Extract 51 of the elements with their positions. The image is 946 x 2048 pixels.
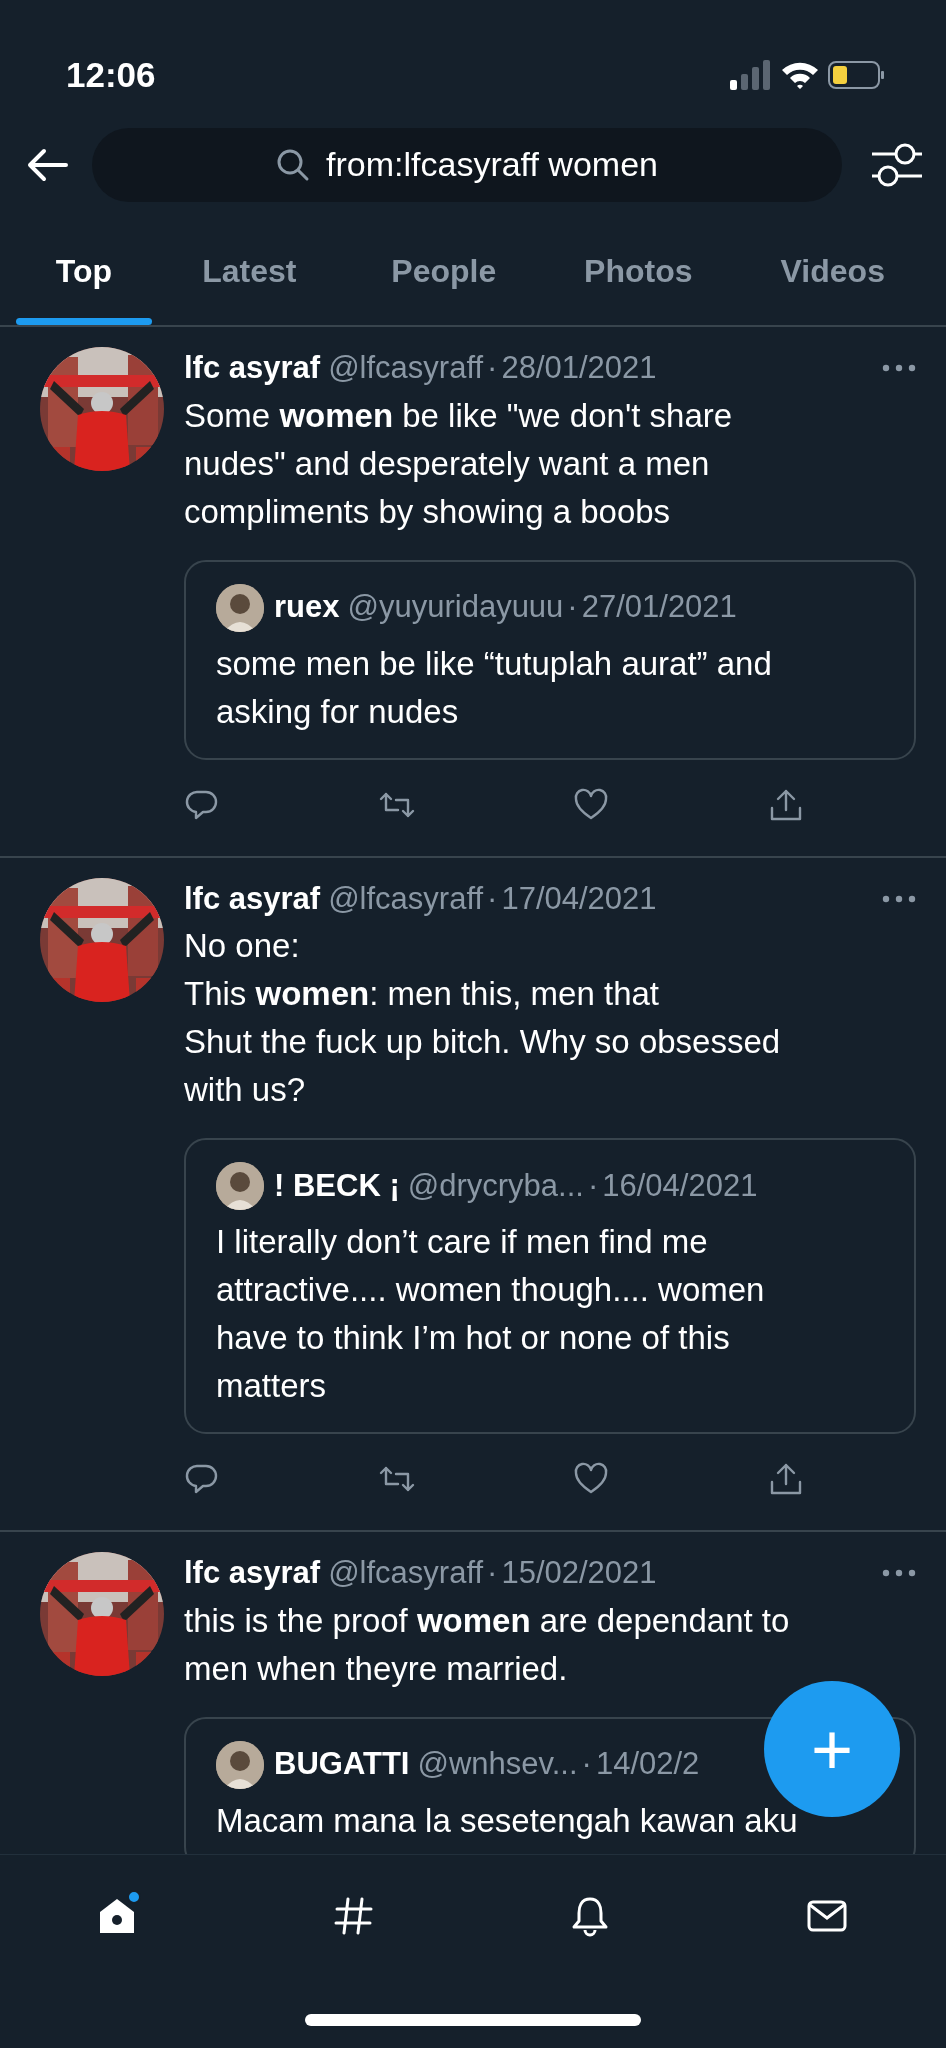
author-name: BUGATTI bbox=[274, 1745, 410, 1784]
tweet-date: 17/04/2021 bbox=[501, 879, 657, 918]
quoted-tweet[interactable]: ruex @yuyuridayuuu·27/01/2021 some men be like “tutuplah aurat” and asking for nudes bbox=[184, 559, 916, 760]
separator-dot: · bbox=[487, 349, 498, 387]
author-name: ! BECK ¡ bbox=[274, 1166, 400, 1205]
quoted-text: I literally don’t care if men find me attractive.... women though.... women have to think I’m hot or none of this matters bbox=[216, 1222, 766, 1406]
search-field[interactable]: from:lfcasyraff women bbox=[92, 127, 842, 202]
battery-icon bbox=[828, 60, 886, 90]
separator-dot: · bbox=[487, 1554, 498, 1592]
tweet-date: 27/01/2021 bbox=[581, 588, 737, 627]
author-name: ruex bbox=[274, 588, 340, 627]
tab[interactable]: Latest bbox=[152, 217, 347, 325]
status-time: 12:06 bbox=[66, 53, 156, 96]
filter-icon[interactable] bbox=[870, 141, 924, 188]
tweet-date: 15/02/2021 bbox=[501, 1554, 657, 1592]
wifi-icon bbox=[780, 60, 820, 90]
author-handle: @lfcasyraff bbox=[328, 349, 484, 387]
tweet-date: 16/04/2021 bbox=[602, 1166, 758, 1205]
signal-icon bbox=[730, 60, 772, 90]
quoted-text: some men be like “tutuplah aurat” and asking for nudes bbox=[216, 643, 773, 732]
more-icon[interactable] bbox=[882, 894, 916, 903]
tweet-text: Shut the fuck up bitch. Why so obsessed with us? bbox=[184, 1022, 782, 1110]
search-icon bbox=[276, 147, 311, 182]
separator-dot: · bbox=[487, 879, 498, 918]
heart-icon[interactable] bbox=[573, 787, 610, 822]
tab[interactable]: People bbox=[346, 217, 541, 325]
author-handle: @lfcasyraff bbox=[328, 879, 484, 918]
author-handle: @lfcasyraff bbox=[328, 1554, 484, 1592]
more-icon[interactable] bbox=[882, 364, 916, 373]
tweet-text: No one: bbox=[184, 926, 301, 966]
reply-icon[interactable] bbox=[184, 1462, 220, 1496]
tab[interactable]: Top bbox=[16, 217, 152, 325]
quoted-tweet[interactable]: ! BECK ¡ @drycryba...·16/04/2021 I literally don’t care if men find me attractive.... women though.... women have to think I’m hot or none of this matters bbox=[184, 1138, 916, 1434]
author-name[interactable]: lfc asyraf bbox=[184, 345, 321, 392]
separator-dot: · bbox=[587, 1166, 599, 1205]
tab[interactable]: Photos bbox=[541, 217, 736, 325]
back-icon[interactable] bbox=[26, 147, 68, 182]
separator-dot: · bbox=[567, 588, 578, 627]
author-name[interactable]: lfc asyraf bbox=[184, 875, 321, 922]
tweet-text: Some women be like "we don't share nudes" and desperately want a men compliments by showing a boobs bbox=[184, 395, 734, 532]
author-handle: @drycryba... bbox=[407, 1166, 584, 1205]
tweet-date: 14/02/2 bbox=[595, 1745, 700, 1784]
tab[interactable]: Videos bbox=[735, 217, 930, 325]
separator-dot: · bbox=[581, 1745, 592, 1784]
tweet-date: 28/01/2021 bbox=[501, 349, 657, 387]
tweet-text: This women: men this, men that bbox=[184, 974, 660, 1014]
heart-icon[interactable] bbox=[573, 1462, 610, 1496]
more-icon[interactable] bbox=[882, 1569, 916, 1578]
author-handle: @wnhsev... bbox=[417, 1745, 578, 1784]
author-name[interactable]: lfc asyraf bbox=[184, 1550, 321, 1597]
author-handle: @yuyuridayuuu bbox=[347, 588, 564, 627]
